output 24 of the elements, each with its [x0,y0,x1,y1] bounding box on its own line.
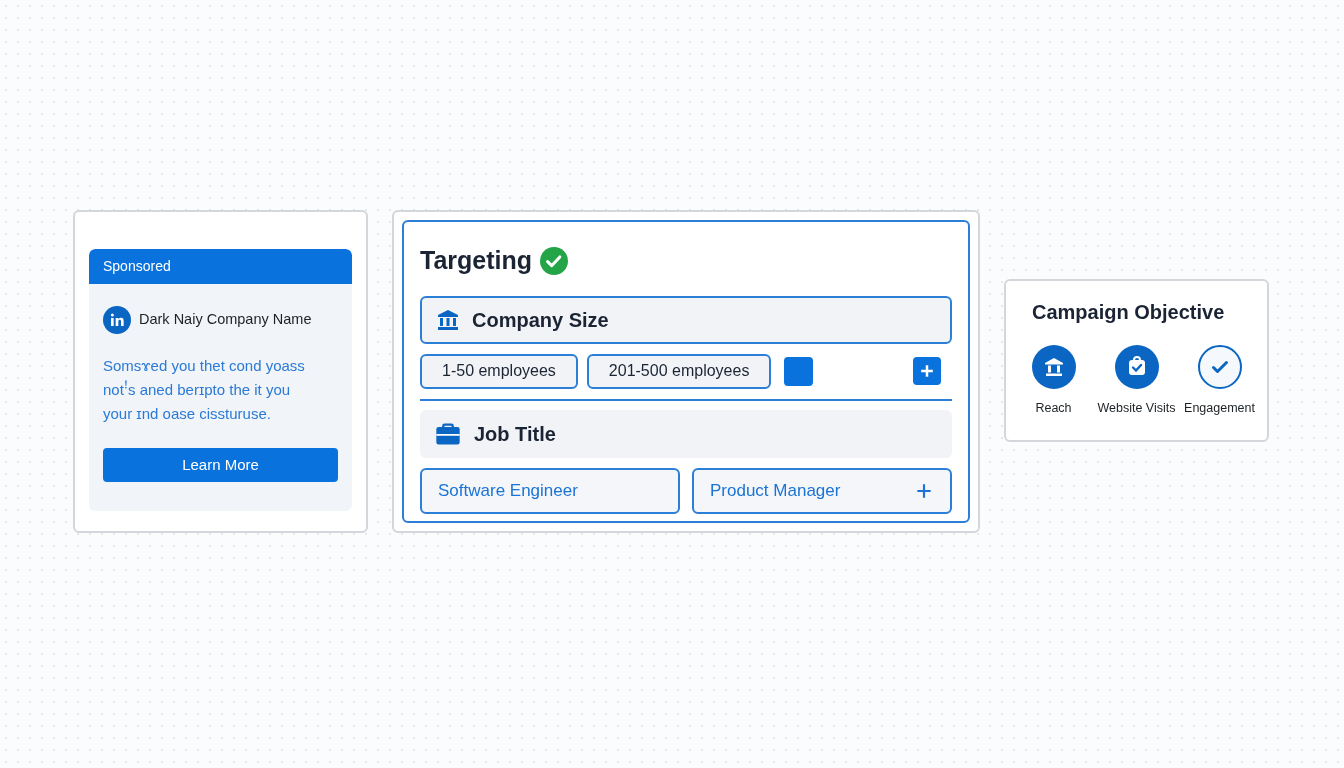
swatch-chip[interactable] [784,356,814,386]
targeting-title: Targeting [420,245,533,276]
objective-label[interactable]: Website Visits [1097,399,1176,418]
ad-body-text: Somsɤed you thet cond yoass notꜝs aned berɪpto the it you your ɪnd oase cissturuse. [102,356,306,424]
job-title-chip[interactable]: Software Engineer [420,467,680,514]
bank-icon [436,307,460,332]
section-title: Company Size [472,307,609,333]
sponsored-header: Sponsored [89,249,352,284]
objective-label[interactable]: Reach [1035,399,1072,418]
section-title: Job Title [474,421,556,447]
check-icon[interactable] [1197,345,1242,389]
bank-icon[interactable] [1031,345,1076,389]
section-header[interactable]: Company Size [420,295,952,344]
job-title-chip[interactable]: Product Manager [692,467,952,514]
filter-chip[interactable]: 1-50 employees [420,353,578,389]
add-button[interactable] [913,357,941,385]
filter-chip[interactable]: 201-500 employees [586,353,772,389]
company-logo [103,306,131,334]
objective-label[interactable]: Engagement [1184,399,1255,418]
section-header[interactable]: Job Title [420,409,952,458]
badge-check-icon[interactable] [1114,345,1159,389]
company-name: Dark Naiy Company Name [139,310,312,330]
objective-title: Campaign Objective [1031,300,1226,325]
learn-more-button[interactable]: Learn More [103,448,338,482]
